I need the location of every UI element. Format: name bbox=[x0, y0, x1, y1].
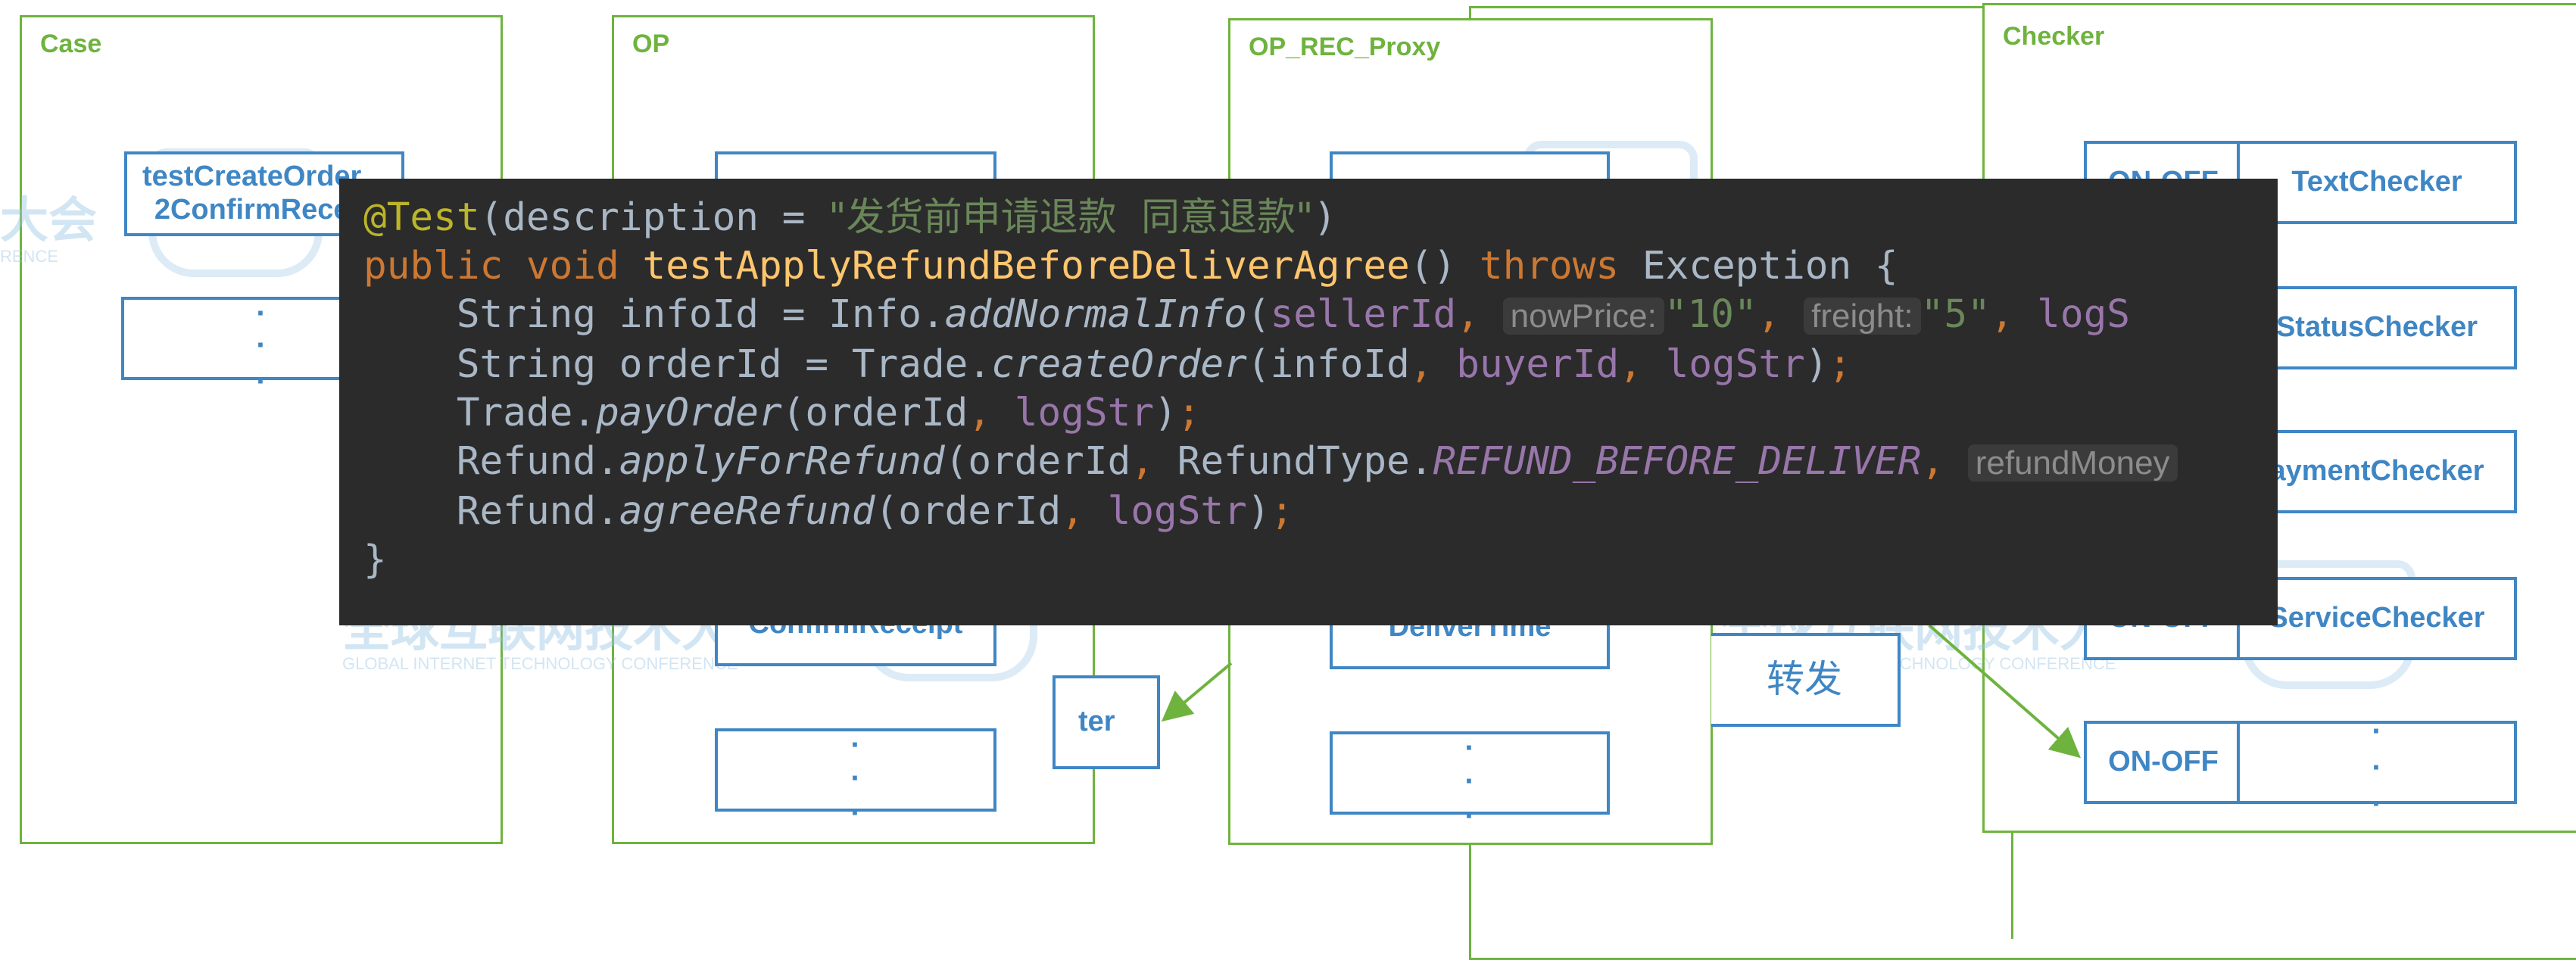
hint-refund-money: refundMoney bbox=[1967, 444, 2178, 482]
code-l6-class: Refund. bbox=[456, 439, 619, 484]
code-l4-class: Trade. bbox=[851, 342, 992, 387]
code-snippet: @Test(description = "发货前申请退款 同意退款") publ… bbox=[339, 179, 2278, 625]
code-l7-arg1: orderId bbox=[898, 489, 1062, 534]
hint-now-price: nowPrice: bbox=[1502, 298, 1664, 335]
code-l3-type: String bbox=[456, 292, 597, 337]
code-l3-class: Info. bbox=[828, 292, 945, 337]
code-l4-arg3: logStr bbox=[1665, 342, 1805, 387]
code-l6-enum: RefundType. bbox=[1177, 439, 1433, 484]
code-l5-arg1: orderId bbox=[805, 391, 968, 435]
code-l7-class: Refund. bbox=[456, 489, 619, 534]
hint-freight: freight: bbox=[1804, 298, 1921, 335]
code-l4-arg1: infoId bbox=[1270, 342, 1410, 387]
code-kw-throws: throws bbox=[1479, 244, 1620, 288]
code-l6-arg1: orderId bbox=[968, 439, 1131, 484]
code-l4-var: orderId bbox=[619, 342, 782, 387]
code-l4-type: String bbox=[456, 342, 597, 387]
code-l7-arg2: logStr bbox=[1107, 489, 1247, 534]
code-l4-arg2: buyerId bbox=[1456, 342, 1620, 387]
code-l3-tail: logS bbox=[2037, 292, 2130, 337]
code-l5-call: payOrder bbox=[596, 391, 782, 435]
arrow-forward-to-checker bbox=[1928, 624, 2082, 759]
arrow-proxy-to-op bbox=[1161, 662, 1233, 722]
code-l5-class: Trade. bbox=[456, 391, 597, 435]
code-close-brace: } bbox=[363, 538, 387, 582]
code-kw-public: public bbox=[363, 244, 504, 288]
code-desc-key: description bbox=[503, 195, 759, 240]
code-l3-price: "10" bbox=[1664, 292, 1757, 337]
code-method-name: testApplyRefundBeforeDeliverAgree bbox=[642, 244, 1410, 288]
code-desc-value: "发货前申请退款 同意退款" bbox=[828, 195, 1314, 240]
code-text: @Test(description = "发货前申请退款 同意退款") publ… bbox=[363, 194, 2178, 584]
code-l3-call: addNormalInfo bbox=[944, 292, 1247, 337]
code-annotation: @Test bbox=[363, 195, 480, 240]
code-l4-call: createOrder bbox=[991, 342, 1247, 387]
code-l7-call: agreeRefund bbox=[619, 489, 875, 534]
code-l3-arg1: sellerId bbox=[1270, 292, 1457, 337]
code-exception: Exception bbox=[1642, 244, 1852, 288]
code-kw-void: void bbox=[525, 244, 619, 288]
code-l6-const: REFUND_BEFORE_DELIVER bbox=[1433, 439, 1922, 484]
code-l5-arg2: logStr bbox=[1014, 391, 1155, 435]
code-l6-call: applyForRefund bbox=[619, 439, 945, 484]
code-l3-freight: "5" bbox=[1920, 292, 1991, 337]
code-l3-var: infoId bbox=[619, 292, 759, 337]
